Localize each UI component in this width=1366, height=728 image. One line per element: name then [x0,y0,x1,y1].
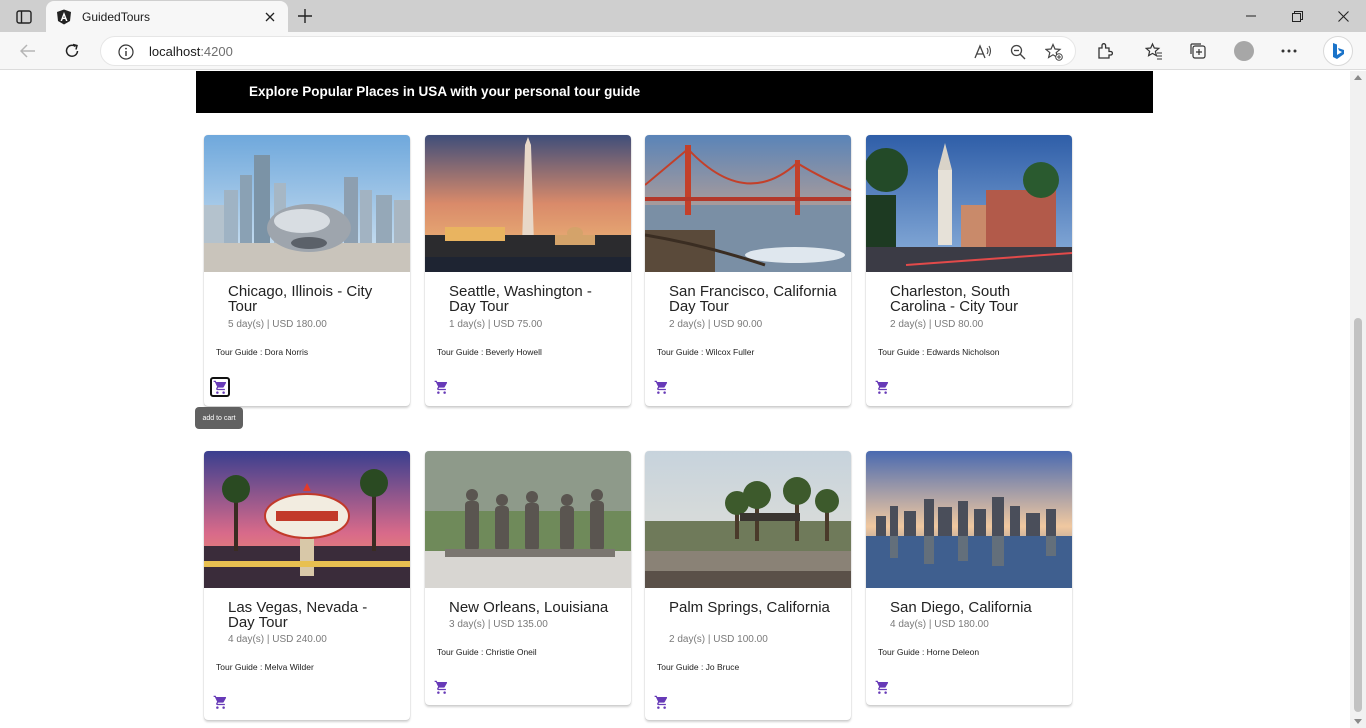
tour-guide: Tour Guide : Horne Deleon [878,647,980,657]
tour-duration-price: 5 day(s) | USD 180.00 [228,319,327,330]
address-bar[interactable]: localhost:4200 [100,36,1076,66]
collections-icon[interactable] [1186,39,1210,63]
browser-tab[interactable]: GuidedTours [46,1,288,32]
url-host: localhost [149,44,201,59]
tour-duration-price: 2 day(s) | USD 90.00 [669,319,763,330]
cart-icon [434,380,447,394]
angular-favicon-icon [56,9,72,25]
tour-image-new-orleans [425,451,631,588]
scroll-down-arrow-icon[interactable] [1354,719,1362,724]
cart-icon [213,695,226,709]
add-favorite-icon[interactable] [1044,42,1064,62]
tour-title: Chicago, Illinois - City Tour [228,283,373,315]
banner-title: Explore Popular Places in USA with your … [249,84,641,99]
tour-title: Las Vegas, Nevada - Day Tour [228,599,368,631]
scroll-up-arrow-icon[interactable] [1354,75,1362,80]
tour-title: New Orleans, Louisiana [449,599,609,616]
scroll-thumb[interactable] [1354,318,1362,712]
new-tab-icon[interactable] [294,6,316,26]
tour-duration-price: 3 day(s) | USD 135.00 [449,619,548,630]
tour-image-palm-springs [645,451,851,588]
cart-icon [434,680,447,694]
tour-image-charleston [866,135,1072,272]
tour-guide: Tour Guide : Christie Oneil [437,647,537,657]
tour-card: San Francisco, California Day Tour 2 day… [645,135,851,406]
tour-duration-price: 4 day(s) | USD 180.00 [890,619,989,630]
tour-image-chicago [204,135,410,272]
add-to-cart-button[interactable] [431,377,451,397]
extensions-icon[interactable] [1093,39,1117,63]
tour-title: Seattle, Washington - Day Tour [449,283,592,315]
url-text: localhost:4200 [149,44,233,59]
cart-icon [213,380,226,394]
tour-image-san-diego [866,451,1072,588]
add-to-cart-button[interactable] [872,677,892,697]
zoom-out-icon[interactable] [1008,42,1028,62]
tour-guide: Tour Guide : Jo Bruce [657,662,740,672]
url-port: :4200 [200,44,233,59]
browser-toolbar: localhost:4200 [0,32,1366,70]
tour-title: San Francisco, California Day Tour [669,283,837,315]
back-icon[interactable] [14,37,42,65]
tour-image-las-vegas [204,451,410,588]
tour-card: Palm Springs, California 2 day(s) | USD … [645,451,851,720]
tour-guide: Tour Guide : Melva Wilder [216,662,314,672]
more-options-icon[interactable] [1277,39,1301,63]
read-aloud-icon[interactable] [973,42,993,62]
tour-image-san-francisco [645,135,851,272]
tour-title: Palm Springs, California [669,599,830,616]
page-scrollbar[interactable] [1350,71,1366,728]
header-banner: Explore Popular Places in USA with your … [196,71,1153,113]
tour-duration-price: 4 day(s) | USD 240.00 [228,634,327,645]
profile-avatar[interactable] [1234,41,1254,61]
tour-card: Seattle, Washington - Day Tour 1 day(s) … [425,135,631,406]
tour-card: Charleston, South Carolina - City Tour 2… [866,135,1072,406]
tour-guide: Tour Guide : Edwards Nicholson [878,347,1000,357]
tab-title: GuidedTours [82,9,151,24]
cart-icon [654,695,667,709]
site-info-icon[interactable] [117,43,135,61]
add-to-cart-button[interactable] [872,377,892,397]
add-to-cart-tooltip: add to cart [195,407,243,429]
tour-guide: Tour Guide : Beverly Howell [437,347,542,357]
cart-icon [875,680,888,694]
add-to-cart-button[interactable] [651,377,671,397]
tour-duration-price: 1 day(s) | USD 75.00 [449,319,543,330]
tour-guide: Tour Guide : Dora Norris [216,347,309,357]
tab-actions-icon[interactable] [10,6,38,28]
add-to-cart-button[interactable] [431,677,451,697]
tour-guide: Tour Guide : Wilcox Fuller [657,347,755,357]
page-content: Explore Popular Places in USA with your … [0,71,1350,728]
add-to-cart-button[interactable] [651,692,671,712]
tour-duration-price: 2 day(s) | USD 80.00 [890,319,984,330]
tour-card: Las Vegas, Nevada - Day Tour 4 day(s) | … [204,451,410,720]
favorites-icon[interactable] [1142,39,1166,63]
add-to-cart-button[interactable] [210,692,230,712]
refresh-icon[interactable] [58,37,86,65]
tour-title: Charleston, South Carolina - City Tour [890,283,1019,315]
tour-duration-price: 2 day(s) | USD 100.00 [669,634,768,645]
cart-icon [875,380,888,394]
close-window-icon[interactable] [1320,0,1366,32]
restore-icon[interactable] [1274,0,1320,32]
minimize-icon[interactable] [1228,0,1274,32]
tour-card: Chicago, Illinois - City Tour 5 day(s) |… [204,135,410,406]
add-to-cart-button[interactable] [210,377,230,397]
cart-icon [654,380,667,394]
tour-card: San Diego, California 4 day(s) | USD 180… [866,451,1072,705]
browser-titlebar: GuidedTours [0,0,1366,32]
tour-image-washington [425,135,631,272]
window-controls [1228,0,1366,32]
tour-title: San Diego, California [890,599,1032,616]
bing-chat-icon[interactable] [1323,36,1353,66]
tour-card: New Orleans, Louisiana 3 day(s) | USD 13… [425,451,631,705]
tab-close-icon[interactable] [262,9,278,25]
